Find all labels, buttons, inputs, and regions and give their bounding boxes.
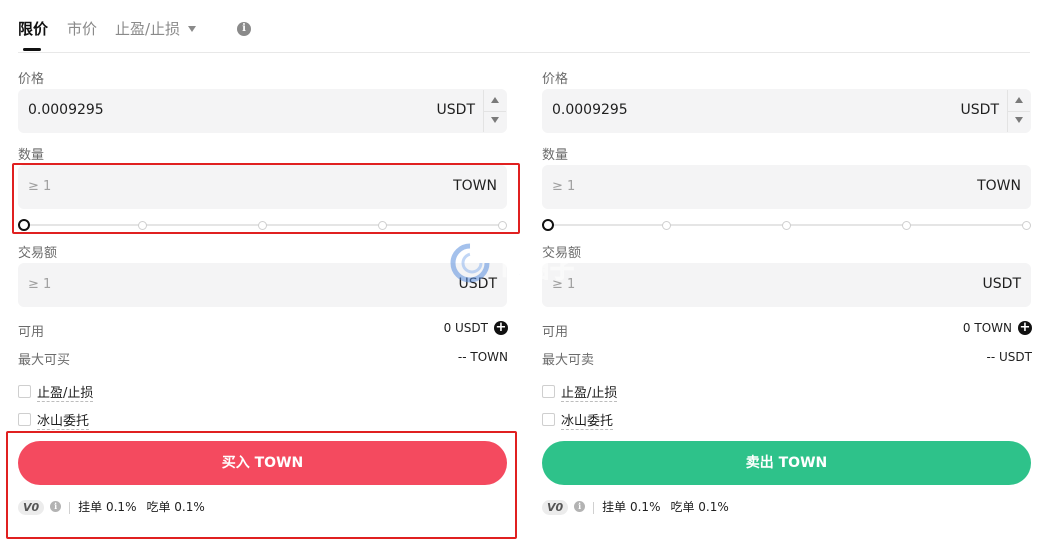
maker-fee: 挂单 0.1%	[602, 500, 661, 514]
slider-mark-50[interactable]	[782, 221, 791, 230]
quantity-unit: TOWN	[453, 178, 497, 194]
fee-info: V0 i 挂单 0.1% 吃单 0.1%	[542, 498, 739, 515]
max-sell-label: 最大可卖	[542, 353, 595, 368]
price-unit: USDT	[436, 102, 475, 118]
divider	[593, 501, 595, 514]
price-unit: USDT	[960, 102, 999, 118]
info-icon[interactable]: i	[574, 501, 586, 512]
quantity-placeholder: ≥ 1	[552, 179, 576, 194]
plus-circle-icon[interactable]: +	[1018, 320, 1032, 335]
slider-mark-25[interactable]	[662, 221, 671, 230]
buy-amount-input[interactable]: ≥ 1 USDT	[18, 263, 507, 307]
iceberg-label: 冰山委托	[37, 414, 90, 430]
info-icon[interactable]: i	[237, 22, 251, 36]
buy-panel: 价格 0.0009295 USDT 数量 ≥ 1 TOWN 交易额 ≥ 1 US…	[18, 60, 508, 540]
iceberg-label: 冰山委托	[561, 414, 614, 430]
info-icon[interactable]: i	[50, 501, 62, 512]
slider-handle[interactable]	[18, 219, 30, 231]
caret-down-icon	[1015, 117, 1023, 123]
chevron-down-icon	[188, 25, 197, 32]
divider	[69, 501, 71, 514]
taker-fee: 吃单 0.1%	[670, 500, 729, 514]
quantity-unit: TOWN	[977, 178, 1021, 194]
order-type-tabs: 限价 市价 止盈/止损 i	[18, 0, 1030, 53]
tab-market[interactable]: 市价	[67, 18, 97, 39]
sell-button[interactable]: 卖出 TOWN	[542, 441, 1031, 485]
amount-placeholder: ≥ 1	[28, 277, 52, 292]
available-value: 0 TOWN	[962, 321, 1012, 335]
tp-sl-checkbox[interactable]: 止盈/止损	[18, 382, 94, 402]
amount-label: 交易额	[18, 246, 58, 261]
decrease-button[interactable]	[1008, 111, 1030, 132]
sell-panel: 价格 0.0009295 USDT 数量 ≥ 1 TOWN 交易额 ≥ 1 US…	[542, 60, 1032, 540]
decrease-button[interactable]	[484, 111, 506, 132]
caret-up-icon	[1015, 97, 1023, 103]
caret-down-icon	[491, 117, 499, 123]
max-buy-value: -- TOWN	[457, 350, 508, 364]
quantity-placeholder: ≥ 1	[28, 179, 52, 194]
amount-unit: USDT	[458, 276, 497, 292]
available-balance: 0 USDT +	[443, 320, 508, 336]
checkbox-icon	[18, 413, 31, 426]
price-stepper	[1007, 90, 1030, 132]
price-value: 0.0009295	[552, 102, 628, 118]
buy-quantity-input[interactable]: ≥ 1 TOWN	[18, 165, 507, 209]
slider-mark-100[interactable]	[1022, 221, 1031, 230]
sell-quantity-slider[interactable]	[542, 219, 1031, 231]
tp-sl-label: 止盈/止损	[561, 386, 618, 402]
max-buy-label: 最大可买	[18, 353, 71, 368]
plus-circle-icon[interactable]: +	[494, 320, 508, 335]
available-label: 可用	[18, 325, 45, 340]
slider-mark-75[interactable]	[902, 221, 911, 230]
max-sell-value: -- USDT	[986, 350, 1032, 364]
increase-button[interactable]	[1008, 90, 1030, 112]
sell-price-input[interactable]: 0.0009295 USDT	[542, 89, 1031, 133]
caret-up-icon	[491, 97, 499, 103]
maker-fee: 挂单 0.1%	[78, 500, 137, 514]
sell-amount-input[interactable]: ≥ 1 USDT	[542, 263, 1031, 307]
buy-quantity-slider[interactable]	[18, 219, 507, 231]
amount-placeholder: ≥ 1	[552, 277, 576, 292]
amount-unit: USDT	[982, 276, 1021, 292]
vip-level-badge: V0	[542, 500, 569, 515]
slider-mark-50[interactable]	[258, 221, 267, 230]
tp-sl-checkbox[interactable]: 止盈/止损	[542, 382, 618, 402]
price-label: 价格	[542, 72, 569, 87]
available-value: 0 USDT	[443, 321, 488, 335]
slider-handle[interactable]	[542, 219, 554, 231]
slider-mark-25[interactable]	[138, 221, 147, 230]
available-label: 可用	[542, 325, 569, 340]
buy-button[interactable]: 买入 TOWN	[18, 441, 507, 485]
checkbox-icon	[542, 385, 555, 398]
tab-tp-sl[interactable]: 止盈/止损	[115, 18, 197, 39]
price-label: 价格	[18, 72, 45, 87]
quantity-label: 数量	[18, 148, 45, 163]
checkbox-icon	[18, 385, 31, 398]
sell-quantity-input[interactable]: ≥ 1 TOWN	[542, 165, 1031, 209]
iceberg-checkbox[interactable]: 冰山委托	[18, 410, 90, 430]
increase-button[interactable]	[484, 90, 506, 112]
quantity-label: 数量	[542, 148, 569, 163]
taker-fee: 吃单 0.1%	[146, 500, 205, 514]
tp-sl-label: 止盈/止损	[37, 386, 94, 402]
tab-limit[interactable]: 限价	[18, 18, 48, 51]
price-stepper	[483, 90, 506, 132]
tab-tp-sl-label: 止盈/止损	[115, 20, 181, 38]
checkbox-icon	[542, 413, 555, 426]
available-balance: 0 TOWN +	[962, 320, 1032, 336]
buy-price-input[interactable]: 0.0009295 USDT	[18, 89, 507, 133]
amount-label: 交易额	[542, 246, 582, 261]
slider-mark-75[interactable]	[378, 221, 387, 230]
fee-info: V0 i 挂单 0.1% 吃单 0.1%	[18, 498, 215, 515]
iceberg-checkbox[interactable]: 冰山委托	[542, 410, 614, 430]
price-value: 0.0009295	[28, 102, 104, 118]
vip-level-badge: V0	[18, 500, 45, 515]
slider-mark-100[interactable]	[498, 221, 507, 230]
